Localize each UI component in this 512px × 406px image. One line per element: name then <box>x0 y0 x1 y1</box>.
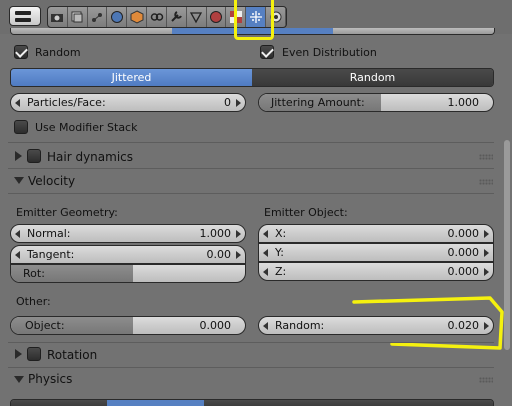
physics-tab[interactable] <box>396 400 493 406</box>
drag-grip-icon[interactable] <box>479 377 493 383</box>
jittering-amount-field[interactable]: Jittering Amount: 1.000 <box>258 93 494 112</box>
object-field[interactable]: Object: 0.000 <box>10 316 246 335</box>
editor-type-button[interactable] <box>9 6 41 26</box>
normal-field[interactable]: Normal: 1.000 <box>10 224 246 243</box>
divider <box>8 142 494 143</box>
z-field[interactable]: Z: 0.000 <box>258 262 494 281</box>
decrement-icon[interactable] <box>263 249 268 257</box>
scrollbar[interactable] <box>504 140 510 350</box>
render-icon[interactable] <box>48 7 68 27</box>
physics-tab[interactable] <box>203 400 301 406</box>
rotation-header[interactable]: Rotation <box>47 348 97 362</box>
physics-type-tabs <box>10 399 494 406</box>
rotation-checkbox[interactable] <box>27 347 41 361</box>
decrement-icon[interactable] <box>263 230 268 238</box>
emitter-object-label: Emitter Object: <box>264 206 348 219</box>
expand-arrow-icon[interactable] <box>15 151 22 161</box>
decrement-icon[interactable] <box>15 251 20 259</box>
physics-tab[interactable] <box>107 400 204 406</box>
use-modifier-stack-label: Use Modifier Stack <box>35 121 138 134</box>
render-layers-icon[interactable] <box>68 7 88 27</box>
decrement-icon[interactable] <box>263 322 268 330</box>
collapse-arrow-icon[interactable] <box>14 177 24 184</box>
divider <box>8 367 494 368</box>
divider <box>8 193 494 194</box>
velocity-header[interactable]: Velocity <box>28 174 75 188</box>
object-icon[interactable] <box>127 7 148 27</box>
random-label: Random <box>35 46 81 59</box>
physics-tab[interactable] <box>300 400 397 406</box>
increment-icon[interactable] <box>236 99 241 107</box>
scene-icon[interactable] <box>88 7 108 27</box>
even-distribution-label: Even Distribution <box>282 46 377 59</box>
method-random[interactable]: Random <box>252 69 493 86</box>
decrement-icon[interactable] <box>15 230 20 238</box>
increment-icon[interactable] <box>236 251 241 259</box>
highlight-random-velocity <box>352 296 504 350</box>
use-modifier-stack-checkbox[interactable] <box>14 120 28 134</box>
even-distribution-checkbox[interactable] <box>260 45 274 59</box>
tangent-field[interactable]: Tangent: 0.00 <box>10 245 246 264</box>
particles-face-field[interactable]: Particles/Face: 0 <box>10 93 246 112</box>
divider <box>8 168 494 169</box>
method-jittered[interactable]: Jittered <box>11 69 252 86</box>
tab-verts[interactable] <box>11 28 172 34</box>
expand-arrow-icon[interactable] <box>15 349 22 359</box>
other-label: Other: <box>16 295 51 308</box>
world-icon[interactable] <box>107 7 128 27</box>
tab-volume[interactable] <box>333 28 494 34</box>
rot-field[interactable]: Rot: <box>10 264 246 283</box>
increment-icon[interactable] <box>484 249 489 257</box>
hair-dynamics-header[interactable]: Hair dynamics <box>47 150 133 164</box>
material-icon[interactable] <box>207 7 227 27</box>
data-icon[interactable] <box>187 7 207 27</box>
physics-tab[interactable] <box>11 400 108 406</box>
hair-dynamics-checkbox[interactable] <box>27 149 41 163</box>
decrement-icon[interactable] <box>15 99 20 107</box>
distribution-method: Jittered Random <box>10 68 494 87</box>
random-checkbox[interactable] <box>14 45 28 59</box>
constraints-icon[interactable] <box>147 7 167 27</box>
increment-icon[interactable] <box>484 230 489 238</box>
drag-grip-icon[interactable] <box>479 154 493 160</box>
collapse-arrow-icon[interactable] <box>14 376 24 383</box>
highlight-particles-tab <box>234 0 274 40</box>
y-field[interactable]: Y: 0.000 <box>258 243 494 262</box>
increment-icon[interactable] <box>236 230 241 238</box>
x-field[interactable]: X: 0.000 <box>258 224 494 243</box>
modifiers-icon[interactable] <box>167 7 187 27</box>
drag-grip-icon[interactable] <box>479 179 493 185</box>
decrement-icon[interactable] <box>263 268 268 276</box>
increment-icon[interactable] <box>484 268 489 276</box>
physics-header[interactable]: Physics <box>28 372 72 386</box>
divider <box>8 342 494 343</box>
emitter-geometry-label: Emitter Geometry: <box>16 206 118 219</box>
